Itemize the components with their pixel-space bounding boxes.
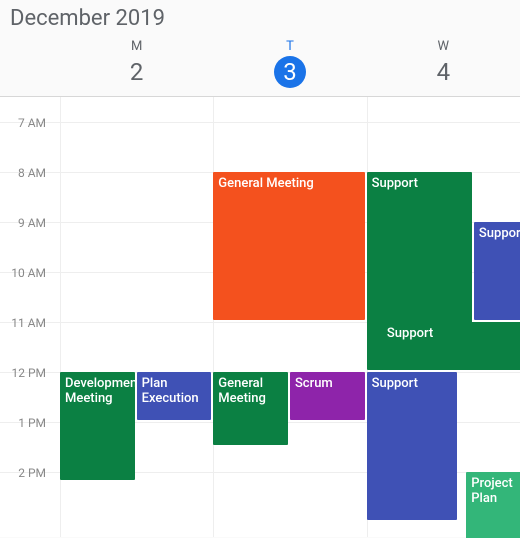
hour-label: 11 AM	[0, 316, 50, 330]
event-title: Support	[479, 226, 520, 241]
day-column-tue[interactable]: T 3	[213, 39, 366, 88]
calendar-event[interactable]: Support	[382, 322, 520, 370]
gutter-spacer	[0, 39, 60, 88]
day-number: 3	[274, 56, 306, 88]
day-number: 2	[60, 56, 213, 88]
day-header-row: M 2 T 3 W 4	[0, 35, 520, 97]
hour-label: 2 PM	[0, 466, 50, 480]
calendar-event[interactable]: Development Meeting	[60, 372, 135, 480]
day-of-week-label: T	[213, 39, 366, 54]
hour-label: 12 PM	[0, 366, 50, 380]
event-title: General Meeting	[218, 176, 313, 191]
day-column-mon[interactable]: M 2	[60, 39, 213, 88]
event-title: General Meeting	[218, 376, 266, 406]
day-of-week-label: W	[367, 39, 520, 54]
hour-label: 9 AM	[0, 216, 50, 230]
event-title: Plan Execution	[142, 376, 199, 406]
day-number: 4	[367, 56, 520, 88]
calendar-event[interactable]: Support	[367, 372, 457, 520]
event-title: Support	[372, 176, 418, 191]
event-title: Scrum	[295, 376, 333, 391]
event-title: Development Meeting	[65, 376, 135, 406]
calendar-event[interactable]: Support	[474, 222, 520, 320]
calendar-event[interactable]: Project Plan	[466, 472, 520, 538]
event-title: Support	[387, 326, 433, 341]
hour-label: 7 AM	[0, 116, 50, 130]
hour-row: 7 AM	[0, 122, 520, 172]
calendar-grid[interactable]: 7 AM8 AM9 AM10 AM11 AM12 PM1 PM2 PMGener…	[0, 97, 520, 537]
event-title: Project Plan	[471, 476, 512, 506]
calendar-event[interactable]: Plan Execution	[137, 372, 212, 420]
hour-label: 10 AM	[0, 266, 50, 280]
calendar-event[interactable]: Scrum	[290, 372, 365, 420]
event-title: Support	[372, 376, 418, 391]
day-column-wed[interactable]: W 4	[367, 39, 520, 88]
hour-label: 8 AM	[0, 166, 50, 180]
calendar-event[interactable]: General Meeting	[213, 172, 364, 320]
day-of-week-label: M	[60, 39, 213, 54]
hour-label: 1 PM	[0, 416, 50, 430]
calendar-title: December 2019	[0, 0, 520, 35]
calendar-event[interactable]: General Meeting	[213, 372, 288, 445]
